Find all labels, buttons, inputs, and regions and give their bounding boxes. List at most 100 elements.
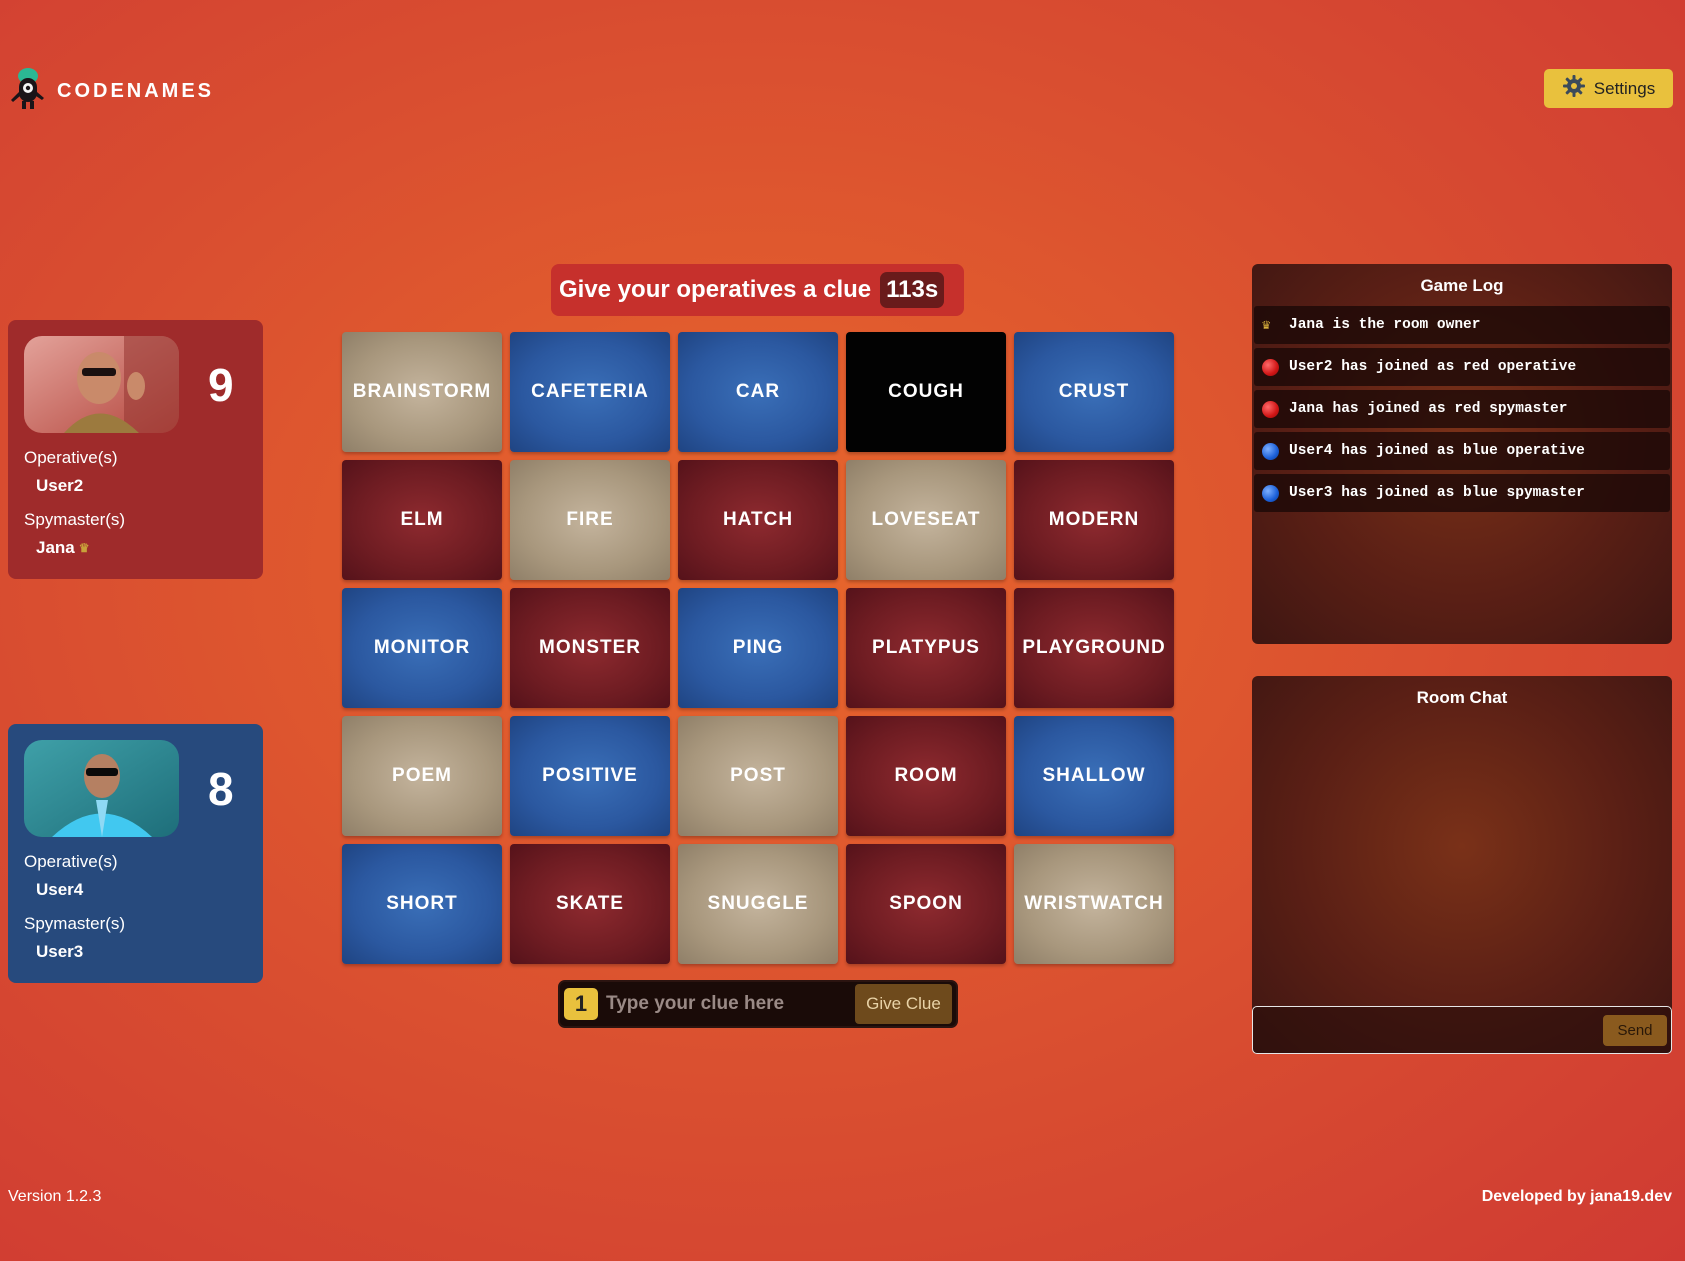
word-card-label: ELM: [400, 509, 444, 530]
settings-label: Settings: [1593, 78, 1656, 98]
word-card[interactable]: FIRE: [510, 460, 670, 580]
word-card[interactable]: SKATE: [510, 844, 670, 964]
blue-spymaster-label: User3: [36, 942, 84, 961]
red-operative-name: User2: [36, 476, 247, 496]
word-card-label: SHORT: [386, 893, 458, 914]
word-card-label: PING: [732, 637, 784, 658]
word-card[interactable]: WRISTWATCH: [1014, 844, 1174, 964]
word-card[interactable]: POST: [678, 716, 838, 836]
clue-form: 1 Give Clue: [558, 980, 958, 1028]
word-card[interactable]: BRAINSTORM: [342, 332, 502, 452]
word-card-label: SNUGGLE: [707, 893, 809, 914]
word-card[interactable]: PLAYGROUND: [1014, 588, 1174, 708]
developer-credit[interactable]: Developed by jana19.dev: [1482, 1188, 1672, 1206]
word-card-label: CRUST: [1058, 381, 1130, 402]
word-card[interactable]: CAR: [678, 332, 838, 452]
version-label: Version 1.2.3: [8, 1188, 102, 1205]
crown-icon: ♛: [1262, 317, 1271, 334]
word-card[interactable]: PLATYPUS: [846, 588, 1006, 708]
log-entry: ♛ Jana is the room owner: [1254, 306, 1670, 344]
word-card-label: PLAYGROUND: [1022, 637, 1166, 658]
word-card-label: MONITOR: [373, 637, 471, 658]
word-card-label: POST: [730, 765, 786, 786]
word-card[interactable]: POSITIVE: [510, 716, 670, 836]
settings-button[interactable]: Settings: [1544, 69, 1673, 108]
chat-form: Send: [1252, 1006, 1672, 1054]
crown-icon: ♛: [78, 541, 90, 555]
word-card[interactable]: SHORT: [342, 844, 502, 964]
room-chat-panel: Room Chat Send: [1252, 676, 1672, 1054]
word-card[interactable]: SHALLOW: [1014, 716, 1174, 836]
word-card-label: ROOM: [894, 765, 958, 786]
word-card-label: CAFETERIA: [531, 381, 649, 402]
turn-timer: 113s: [880, 272, 945, 308]
red-dot-icon: [1262, 358, 1279, 376]
clue-input[interactable]: [598, 986, 855, 1022]
log-entry-text: Jana has joined as red spymaster: [1289, 401, 1568, 417]
log-entry: Jana has joined as red spymaster: [1254, 390, 1670, 428]
word-card-label: POSITIVE: [542, 765, 638, 786]
word-card-label: SKATE: [556, 893, 624, 914]
word-card-label: HATCH: [722, 509, 794, 530]
blue-team-score: 8: [208, 763, 234, 815]
blue-operative-name: User4: [36, 880, 247, 900]
blue-spymasters-label: Spymaster(s): [24, 914, 126, 933]
blue-operatives-label: Operative(s): [24, 852, 118, 871]
app-title: CODENAMES: [57, 79, 215, 102]
send-button[interactable]: Send: [1603, 1015, 1667, 1046]
log-entry-text: Jana is the room owner: [1289, 317, 1481, 333]
log-entry: User4 has joined as blue operative: [1254, 432, 1670, 470]
red-spymaster-name: Jana ♛: [36, 538, 247, 558]
spy-mascot-icon: [8, 64, 48, 112]
red-team-avatar: [24, 336, 179, 433]
give-clue-button[interactable]: Give Clue: [855, 984, 952, 1024]
word-card-label: SPOON: [889, 893, 963, 914]
word-card-label: BRAINSTORM: [352, 381, 492, 402]
word-card[interactable]: MONITOR: [342, 588, 502, 708]
red-dot-icon: [1262, 400, 1279, 418]
word-card-label: MODERN: [1048, 509, 1140, 530]
word-card[interactable]: SPOON: [846, 844, 1006, 964]
word-board: BRAINSTORM CAFETERIA CAR COUGH CRUST ELM FIRE H…: [342, 332, 1174, 964]
word-card-label: CAR: [735, 381, 781, 402]
word-card[interactable]: LOVESEAT: [846, 460, 1006, 580]
blue-dot-icon: [1262, 484, 1279, 502]
word-card[interactable]: ELM: [342, 460, 502, 580]
log-entry: User3 has joined as blue spymaster: [1254, 474, 1670, 512]
word-card[interactable]: MONSTER: [510, 588, 670, 708]
gear-icon: [1562, 74, 1586, 103]
blue-operative-label: User4: [36, 880, 84, 899]
room-chat-title: Room Chat: [1416, 688, 1508, 707]
word-card[interactable]: HATCH: [678, 460, 838, 580]
word-card[interactable]: CAFETERIA: [510, 332, 670, 452]
chat-input[interactable]: [1257, 1013, 1577, 1047]
blue-spymaster-name: User3: [36, 942, 247, 962]
red-operative-label: User2: [36, 476, 84, 495]
turn-message: Give your operatives a clue: [559, 276, 872, 303]
clue-count-selector[interactable]: 1: [564, 988, 598, 1020]
red-team-score: 9: [208, 359, 234, 411]
log-entry: User2 has joined as red operative: [1254, 348, 1670, 386]
log-entry-text: User2 has joined as red operative: [1289, 359, 1577, 375]
word-card[interactable]: PING: [678, 588, 838, 708]
word-card-label: PLATYPUS: [872, 637, 980, 658]
red-spymasters-label: Spymaster(s): [24, 510, 126, 529]
log-entry-text: User4 has joined as blue operative: [1289, 443, 1585, 459]
game-log-title: Game Log: [1420, 276, 1504, 295]
red-spymaster-label: Jana: [36, 538, 75, 557]
word-card[interactable]: ROOM: [846, 716, 1006, 836]
word-card-label: LOVESEAT: [871, 509, 981, 530]
blue-team-avatar: [24, 740, 179, 837]
word-card[interactable]: CRUST: [1014, 332, 1174, 452]
word-card[interactable]: POEM: [342, 716, 502, 836]
word-card[interactable]: COUGH: [846, 332, 1006, 452]
log-entry-text: User3 has joined as blue spymaster: [1289, 485, 1585, 501]
word-card-label: SHALLOW: [1042, 765, 1146, 786]
game-log-list: ♛ Jana is the room owner User2 has joined …: [1252, 306, 1672, 512]
red-operatives-label: Operative(s): [24, 448, 118, 467]
word-card[interactable]: SNUGGLE: [678, 844, 838, 964]
word-card[interactable]: MODERN: [1014, 460, 1174, 580]
word-card-label: COUGH: [888, 381, 964, 402]
turn-banner: Give your operatives a clue 113s: [551, 264, 964, 316]
game-log-panel: Game Log ♛ Jana is the room owner User2 ha…: [1252, 264, 1672, 644]
